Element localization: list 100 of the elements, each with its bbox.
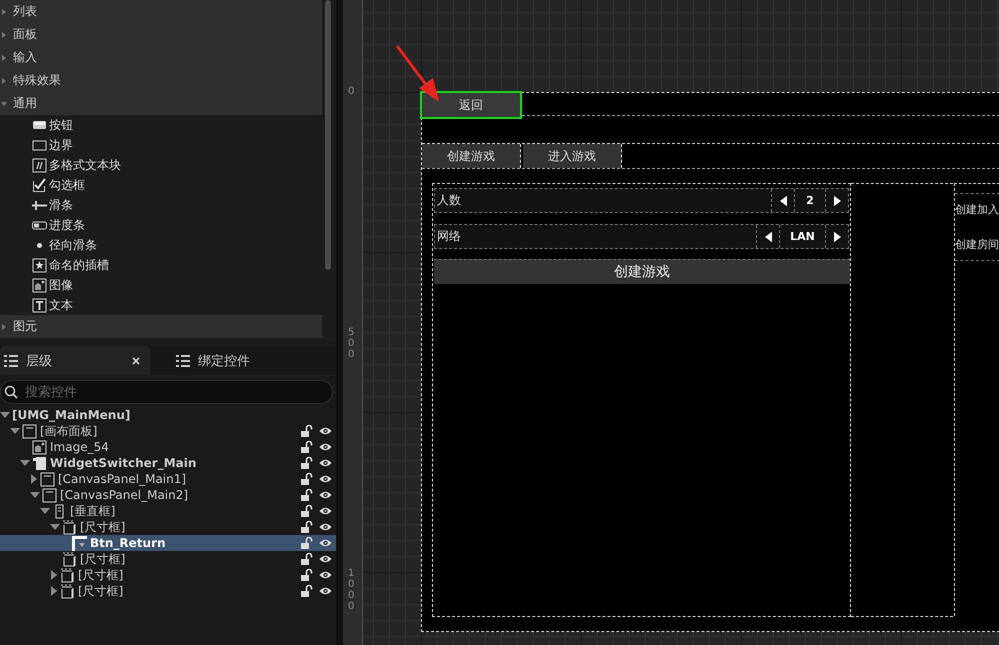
category-header[interactable]: 面板 <box>0 23 322 46</box>
image-icon <box>32 440 47 454</box>
tree-item[interactable]: WidgetSwitcher_Main <box>0 455 336 471</box>
expand-arrow-icon[interactable] <box>51 570 57 580</box>
collapse-arrow-icon[interactable] <box>30 492 40 498</box>
padlock-icon[interactable] <box>301 537 313 549</box>
eye-icon[interactable] <box>319 490 332 500</box>
panel-icon <box>42 488 57 502</box>
palette-item[interactable]: 图像 <box>0 275 322 295</box>
padlock-icon[interactable] <box>301 489 313 501</box>
star-box-icon <box>32 258 47 272</box>
tree-item[interactable]: [尺寸框] <box>0 551 336 567</box>
image-icon <box>32 278 47 292</box>
stacked-pages-icon <box>32 456 47 470</box>
panel-tab[interactable]: 绑定控件 <box>150 346 336 375</box>
size-box-icon <box>60 568 75 582</box>
padlock-icon[interactable] <box>301 553 313 565</box>
padlock-icon[interactable] <box>301 473 313 485</box>
tree-item[interactable]: [画布面板] <box>0 423 336 439</box>
collapse-arrow-icon[interactable] <box>1 102 7 106</box>
eye-icon[interactable] <box>319 538 332 548</box>
rich-text-icon <box>32 158 47 172</box>
expand-arrow-icon[interactable] <box>2 324 6 330</box>
padlock-icon[interactable] <box>301 585 313 597</box>
palette-item[interactable]: 多格式文本块 <box>0 155 322 175</box>
tree-item[interactable]: Btn_Return <box>0 535 336 551</box>
padlock-icon[interactable] <box>301 441 313 453</box>
list-icon <box>4 354 18 366</box>
palette-item[interactable]: 勾选框 <box>0 175 322 195</box>
palette-item[interactable]: 径向滑条 <box>0 235 322 255</box>
padlock-icon[interactable] <box>301 457 313 469</box>
eye-icon[interactable] <box>319 554 332 564</box>
eye-icon[interactable] <box>319 442 332 452</box>
checkbox-icon <box>32 178 47 192</box>
list-icon <box>176 354 190 366</box>
padlock-icon[interactable] <box>301 505 313 517</box>
create-game-button[interactable]: 创建游戏 <box>434 259 850 284</box>
eye-icon[interactable] <box>319 506 332 516</box>
palette-item[interactable]: 滑条 <box>0 195 322 215</box>
search-field[interactable]: 搜索控件 <box>0 380 333 404</box>
eye-icon[interactable] <box>319 522 332 532</box>
button-icon <box>72 536 87 550</box>
panel-icon <box>22 424 37 438</box>
expand-arrow-icon[interactable] <box>51 586 57 596</box>
eye-icon[interactable] <box>319 426 332 436</box>
padlock-icon[interactable] <box>301 425 313 437</box>
eye-icon[interactable] <box>319 586 332 596</box>
collapse-arrow-icon[interactable] <box>40 508 50 514</box>
palette-item[interactable]: 文本 <box>0 295 322 315</box>
category-header[interactable]: 输入 <box>0 46 322 69</box>
eye-icon[interactable] <box>319 458 332 468</box>
option-value: LAN <box>779 225 825 248</box>
scrollbar[interactable] <box>325 0 331 270</box>
text-icon <box>32 298 47 312</box>
tree-item[interactable]: [尺寸框] <box>0 567 336 583</box>
category-header[interactable]: 通用 <box>0 92 322 115</box>
expand-arrow-icon[interactable] <box>2 32 6 38</box>
return-button[interactable]: 返回 <box>420 91 522 119</box>
eye-icon[interactable] <box>319 570 332 580</box>
palette-item[interactable]: 按钮 <box>0 115 322 135</box>
tab-label[interactable]: 层级 <box>26 352 124 370</box>
ruler-label: 0 <box>348 86 354 97</box>
expand-arrow-icon[interactable] <box>31 474 37 484</box>
size-box-icon <box>60 584 75 598</box>
palette-item[interactable]: 边界 <box>0 135 322 155</box>
expand-arrow-icon[interactable] <box>2 8 6 14</box>
side-label: 创建房间 <box>955 237 999 252</box>
ruler-label: 500 <box>348 327 354 360</box>
category-header[interactable]: 列表 <box>0 0 322 23</box>
ruler-label: 1000 <box>348 568 354 612</box>
padlock-icon[interactable] <box>301 521 313 533</box>
size-box-icon <box>62 552 77 566</box>
tab-label[interactable]: 绑定控件 <box>198 352 326 370</box>
palette-item[interactable]: 进度条 <box>0 215 322 235</box>
tree-item[interactable]: [垂直框] <box>0 503 336 519</box>
expand-arrow-icon[interactable] <box>2 78 6 84</box>
expand-arrow-icon[interactable] <box>2 54 6 60</box>
rectangle-icon <box>32 138 47 152</box>
category-header[interactable]: 图元 <box>0 315 322 338</box>
collapse-arrow-icon[interactable] <box>0 412 10 418</box>
palette-item[interactable]: 命名的插槽 <box>0 255 322 275</box>
tree-item[interactable]: [UMG_MainMenu] <box>0 407 336 423</box>
tree-item[interactable]: [尺寸框] <box>0 583 336 599</box>
size-box-icon <box>62 520 77 534</box>
close-icon[interactable] <box>132 356 140 364</box>
tree-item[interactable]: Image_54 <box>0 439 336 455</box>
tree-item[interactable]: [CanvasPanel_Main1] <box>0 471 336 487</box>
option-value: 2 <box>794 189 825 212</box>
side-label: 创建加入 <box>955 202 999 217</box>
tab-button[interactable]: 创建游戏 <box>422 144 521 168</box>
panel-tab[interactable]: 层级 <box>0 346 150 375</box>
option-label: 网络 <box>437 228 461 245</box>
option-label: 人数 <box>437 192 461 209</box>
category-header[interactable]: 特殊效果 <box>0 69 322 92</box>
padlock-icon[interactable] <box>301 569 313 581</box>
tree-item[interactable]: [CanvasPanel_Main2] <box>0 487 336 503</box>
eye-icon[interactable] <box>319 474 332 484</box>
panel-icon <box>40 472 55 486</box>
tab-button[interactable]: 进入游戏 <box>523 144 622 168</box>
collapse-arrow-icon[interactable] <box>10 428 20 434</box>
